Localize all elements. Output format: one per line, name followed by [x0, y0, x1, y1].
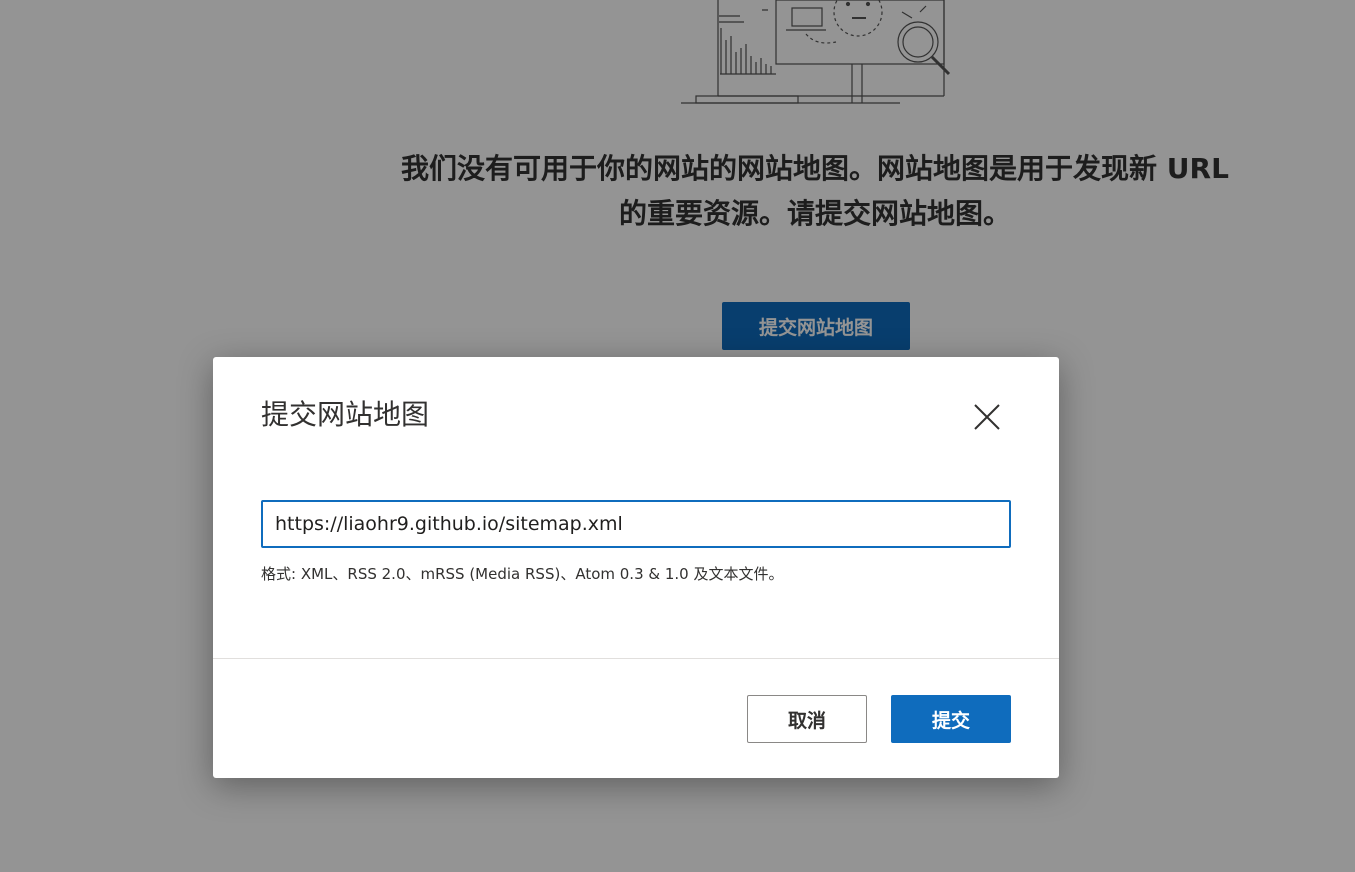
close-icon: [974, 404, 1000, 430]
format-hint: 格式: XML、RSS 2.0、mRSS (Media RSS)、Atom 0.…: [261, 565, 784, 583]
cancel-button[interactable]: 取消: [747, 695, 867, 743]
submit-button[interactable]: 提交: [891, 695, 1011, 743]
sitemap-url-input[interactable]: [261, 500, 1011, 548]
dialog-title: 提交网站地图: [261, 398, 430, 431]
submit-sitemap-dialog: 提交网站地图 格式: XML、RSS 2.0、mRSS (Media RSS)、…: [213, 357, 1059, 778]
close-button[interactable]: [967, 397, 1007, 437]
dialog-divider: [213, 658, 1059, 659]
